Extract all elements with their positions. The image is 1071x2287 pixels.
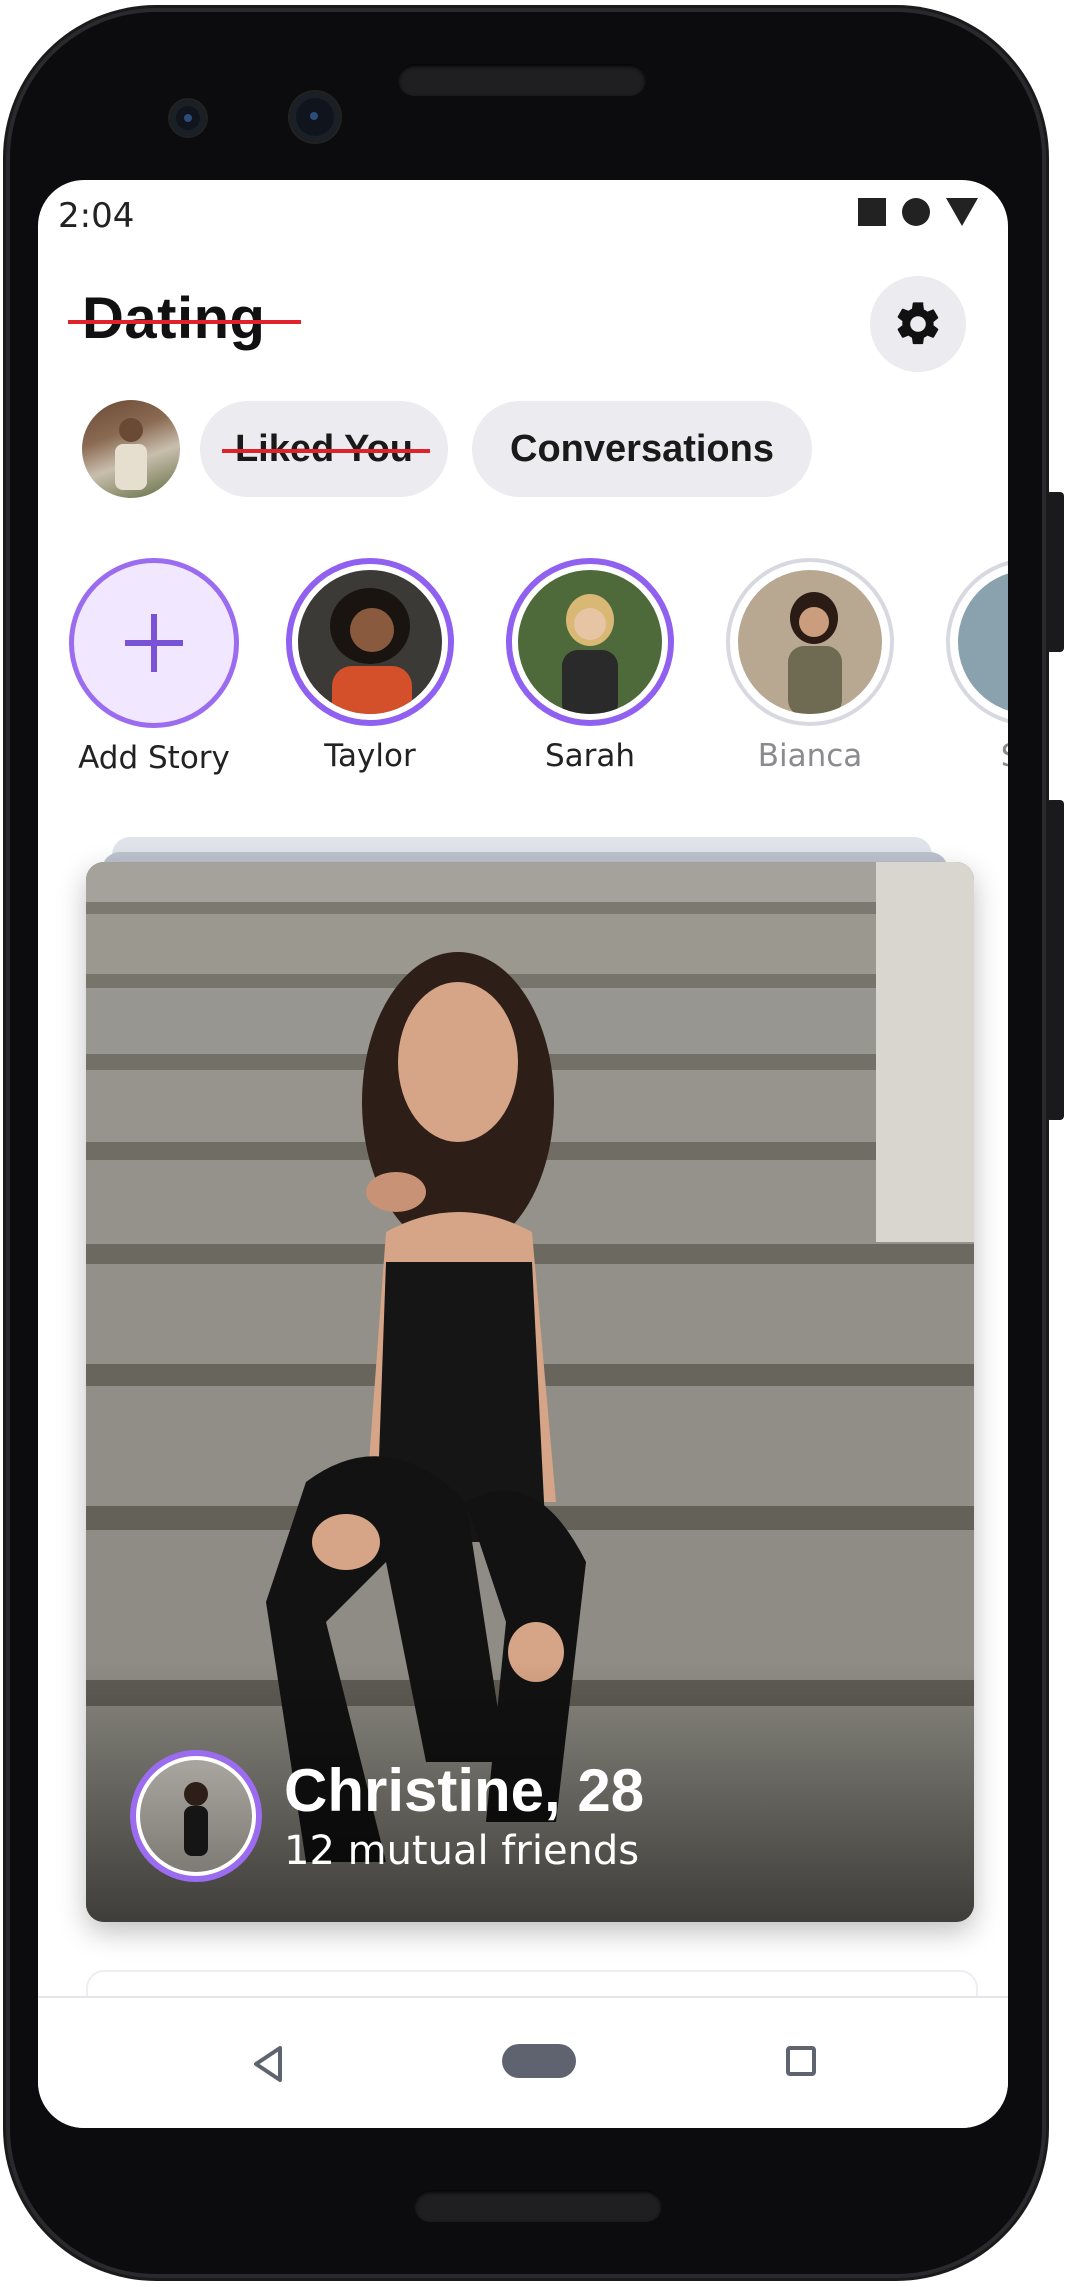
card-info: Christine, 28 12 mutual friends	[130, 1750, 644, 1882]
stories-row: Add Story Taylor Sarah Bianca	[64, 558, 1008, 776]
story-name: Add Story	[78, 740, 230, 776]
status-bar: 2:04	[38, 180, 1008, 250]
mutual-friends-count: 12 mutual friends	[284, 1827, 640, 1874]
page-title-text: Dating	[82, 286, 266, 351]
system-nav-bar	[38, 1996, 1008, 2128]
liked-you-pill[interactable]: Liked You	[200, 401, 448, 497]
story-ring	[506, 558, 674, 726]
conversations-pill[interactable]: Conversations	[472, 401, 812, 497]
screen: 2:04 Dating Liked You Conversations Add …	[38, 180, 1008, 2128]
avatar-person-photo	[115, 418, 147, 490]
story-bianca[interactable]: Bianca	[720, 558, 900, 774]
profile-name-age: Christine, 28	[284, 1756, 645, 1824]
story-photo	[298, 570, 442, 714]
story-photo	[518, 570, 662, 714]
story-ring	[726, 558, 894, 726]
my-avatar[interactable]	[82, 400, 180, 498]
story-name: Sarah	[544, 738, 636, 774]
status-icons	[858, 198, 978, 226]
profile-card[interactable]: Christine, 28 12 mutual friends	[86, 862, 974, 1922]
story-photo	[958, 570, 1008, 714]
story-ring	[286, 558, 454, 726]
card-avatar-photo	[140, 1760, 252, 1872]
story-add[interactable]: Add Story	[64, 558, 244, 776]
record-icon	[902, 198, 930, 226]
liked-you-strikethrough	[222, 449, 430, 453]
front-camera-right	[290, 92, 340, 142]
add-story-button[interactable]	[69, 558, 239, 728]
story-name: Bianca	[757, 738, 863, 774]
story-sarah[interactable]: Sarah	[500, 558, 680, 774]
card-text: Christine, 28 12 mutual friends	[284, 1759, 644, 1874]
status-time: 2:04	[58, 196, 135, 236]
title-strikethrough	[68, 319, 302, 324]
card-avatar	[130, 1750, 262, 1882]
signal-icon	[946, 198, 978, 226]
back-triangle-icon	[254, 2046, 282, 2082]
story-spe[interactable]: Spe	[940, 558, 1008, 774]
top-speaker	[398, 64, 646, 96]
front-camera-left	[170, 100, 206, 136]
story-photo	[738, 570, 882, 714]
plus-icon	[125, 614, 183, 672]
story-ring	[946, 558, 1008, 726]
recents-button[interactable]	[786, 2046, 816, 2076]
stop-icon	[858, 198, 886, 226]
volume-button	[1046, 800, 1064, 1120]
gear-icon	[897, 302, 939, 345]
power-button	[1046, 492, 1064, 652]
settings-button[interactable]	[870, 276, 966, 372]
back-button[interactable]	[250, 2044, 286, 2089]
home-button[interactable]	[502, 2044, 576, 2078]
story-taylor[interactable]: Taylor	[280, 558, 460, 774]
story-name: Taylor	[324, 738, 416, 774]
page-title-wrap: Dating	[68, 285, 302, 352]
conversations-label: Conversations	[510, 427, 774, 470]
story-name: Spe	[940, 738, 1008, 774]
filter-pills: Liked You Conversations	[82, 400, 836, 498]
page-title: Dating	[68, 285, 302, 352]
bottom-speaker	[414, 2190, 662, 2222]
